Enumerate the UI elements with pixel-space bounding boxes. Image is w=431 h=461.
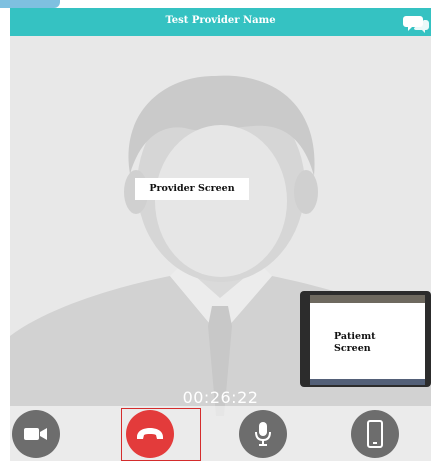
video-camera-icon — [24, 428, 47, 440]
top-tab — [0, 0, 60, 8]
microphone-icon — [255, 422, 271, 446]
video-toggle-button[interactable] — [12, 410, 60, 458]
end-call-icon — [137, 428, 163, 439]
patient-video-preview: Patiemt Screen — [300, 291, 431, 387]
patient-screen-label: Patiemt Screen — [334, 331, 394, 355]
patient-screen-card: Patiemt Screen — [310, 303, 425, 379]
mute-button[interactable] — [239, 410, 287, 458]
switch-device-button[interactable] — [351, 410, 399, 458]
patient-label-line2: Screen — [334, 343, 371, 354]
provider-name-title: Test Provider Name — [165, 15, 276, 26]
call-timer: 00:26:22 — [182, 388, 259, 407]
chat-bubbles-icon[interactable] — [403, 14, 429, 34]
patient-label-line1: Patiemt — [334, 331, 376, 342]
end-call-button[interactable] — [126, 410, 174, 458]
header-bar: Test Provider Name — [10, 8, 431, 36]
patient-feed-bottom-strip — [310, 379, 425, 385]
video-call-screen: Test Provider Name Provider Screen Patie… — [10, 8, 431, 461]
patient-feed-top-strip — [310, 295, 425, 303]
phone-icon — [367, 420, 383, 448]
provider-screen-label: Provider Screen — [135, 178, 249, 200]
